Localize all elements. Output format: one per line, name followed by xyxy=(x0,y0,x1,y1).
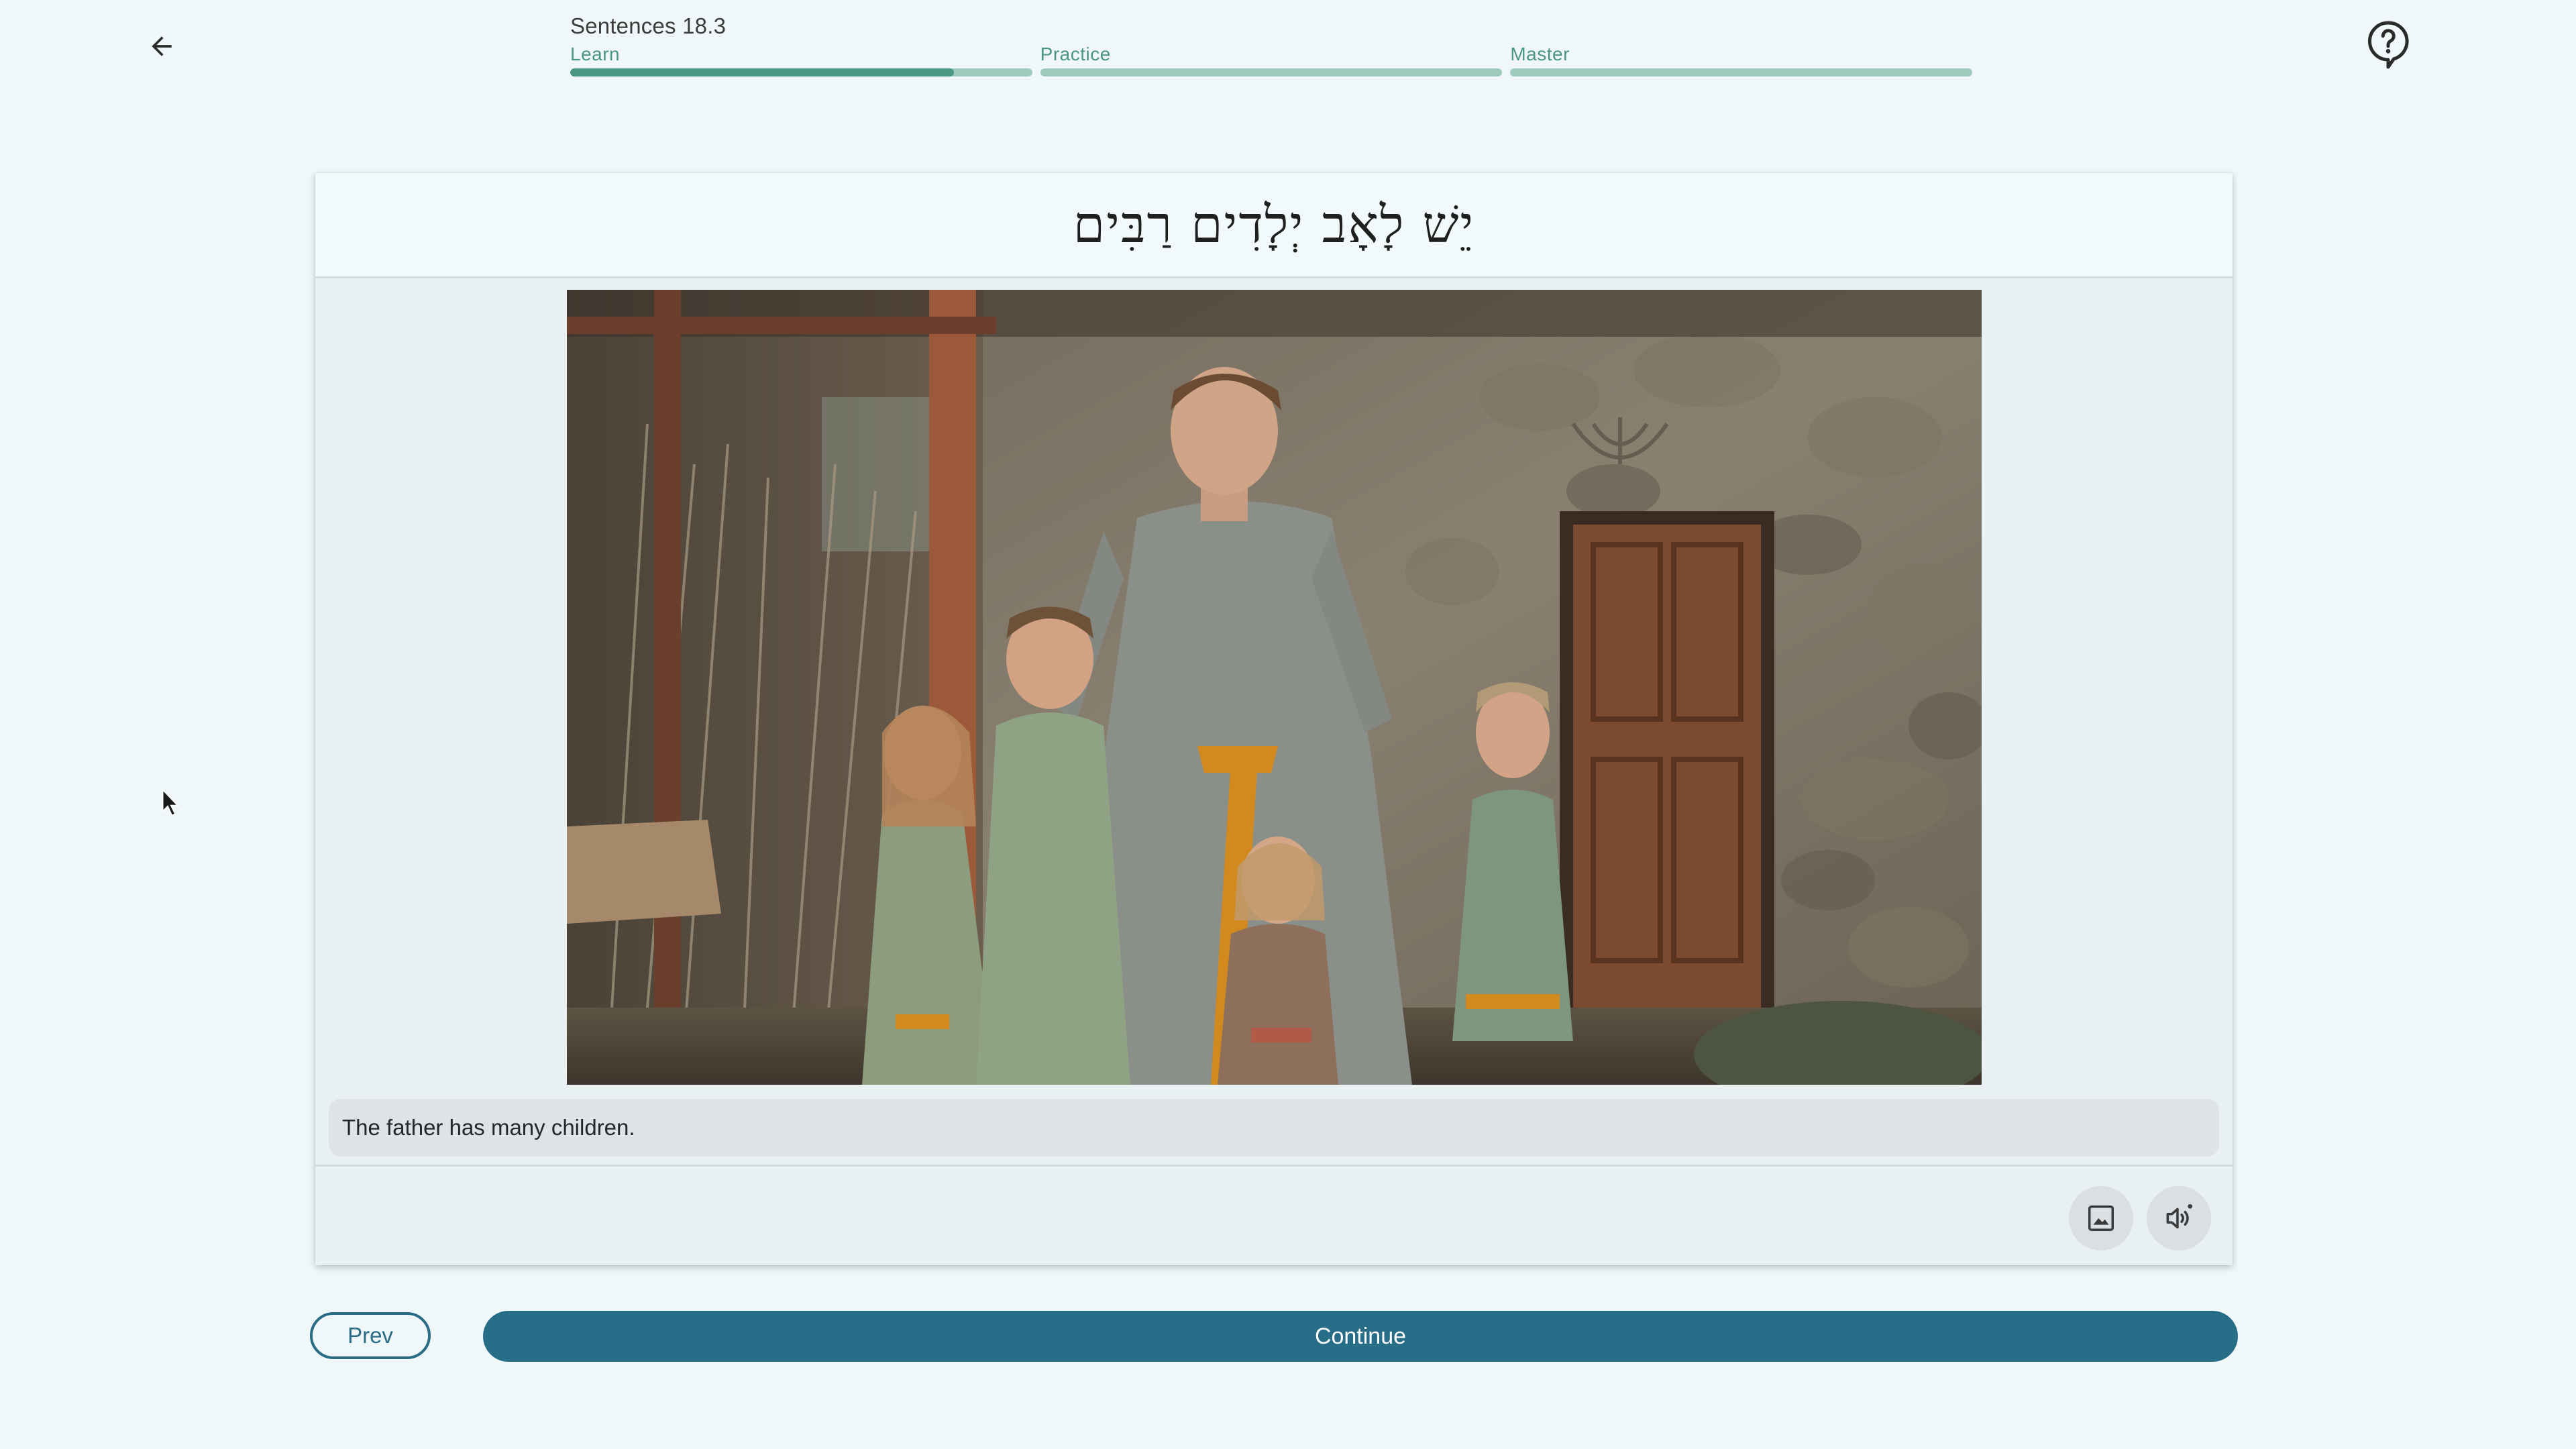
sentence-card: יֵשׁ לָאָב יְלָדִים רַבִּים The father h… xyxy=(315,173,2233,1265)
family-scene-illustration xyxy=(567,290,1982,1085)
stage-master-label: Master xyxy=(1510,44,1570,64)
help-button[interactable] xyxy=(2361,15,2415,75)
audio-play-button[interactable] xyxy=(2147,1186,2211,1250)
mouse-cursor-icon xyxy=(162,788,180,817)
image-icon xyxy=(2088,1205,2114,1231)
translation-text: The father has many children. xyxy=(329,1099,2219,1157)
card-header: יֵשׁ לָאָב יְלָדִים רַבִּים xyxy=(315,173,2233,278)
back-button[interactable] xyxy=(134,19,189,74)
speaker-audio-icon xyxy=(2166,1203,2192,1229)
hebrew-sentence: יֵשׁ לָאָב יְלָדִים רַבִּים xyxy=(1073,195,1475,254)
stage-learn: Learn xyxy=(570,42,1032,82)
prev-button[interactable]: Prev xyxy=(310,1312,431,1359)
sentence-illustration xyxy=(567,290,1982,1085)
stage-practice-label: Practice xyxy=(1040,44,1111,64)
stage-practice-track xyxy=(1040,68,1503,76)
question-mark-help-icon xyxy=(2368,21,2409,69)
continue-button[interactable]: Continue xyxy=(483,1311,2238,1362)
stage-practice: Practice xyxy=(1040,42,1503,82)
stage-master: Master xyxy=(1510,42,1973,82)
stage-learn-track xyxy=(570,68,1032,76)
stage-master-track xyxy=(1510,68,1973,76)
stage-learn-label: Learn xyxy=(570,44,621,64)
image-toggle-button[interactable] xyxy=(2069,1186,2133,1250)
lesson-title: Sentences 18.3 xyxy=(570,13,727,38)
card-divider xyxy=(315,1165,2233,1167)
stage-learn-fill xyxy=(570,68,954,76)
lesson-page: Sentences 18.3 Learn Practice Master יֵש… xyxy=(0,0,2576,1449)
arrow-left-icon xyxy=(152,36,172,56)
progress-stages: Learn Practice Master xyxy=(570,42,1973,82)
